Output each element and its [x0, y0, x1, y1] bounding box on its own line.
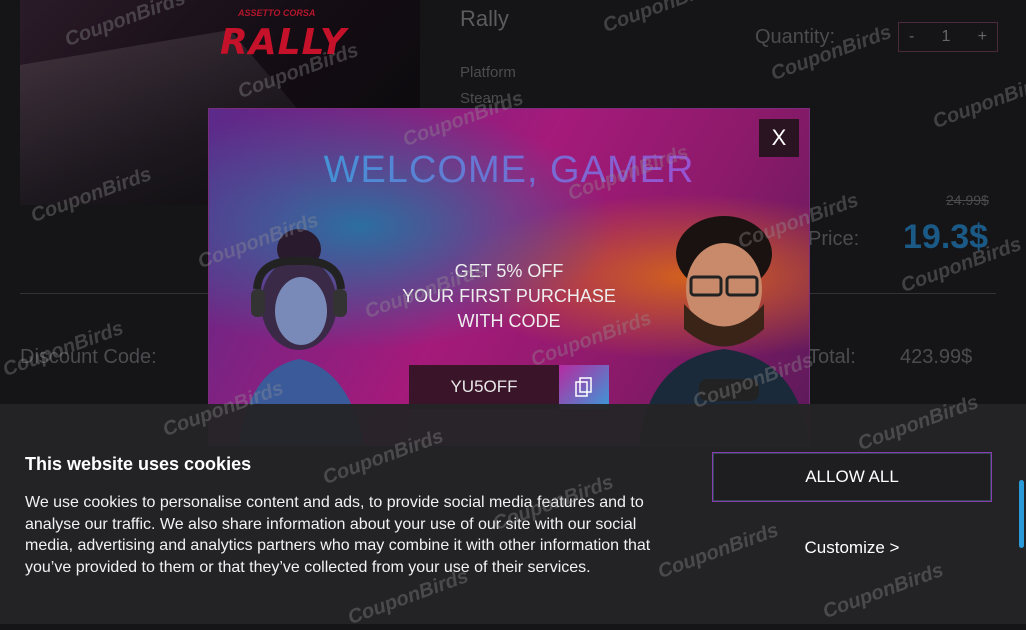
offer-line-3: WITH CODE [457, 311, 561, 331]
old-price: 24.99$ [946, 192, 989, 208]
customize-link[interactable]: Customize > [712, 538, 992, 558]
allow-all-button[interactable]: ALLOW ALL [712, 452, 992, 502]
qty-plus-button[interactable]: + [968, 28, 997, 46]
platform-value: Steam [460, 90, 504, 107]
price-label: Price: [808, 228, 860, 250]
quantity-label: Quantity: [755, 26, 836, 48]
coupon-code[interactable]: YU5OFF [409, 365, 559, 409]
total-value: 423.99$ [900, 346, 973, 368]
qty-minus-button[interactable]: - [899, 28, 924, 46]
offer-line-2: YOUR FIRST PURCHASE [402, 286, 616, 306]
welcome-modal: X WELCOME, GAMER GET 5% OFF YOUR FIRST P… [208, 108, 810, 446]
close-icon[interactable]: X [772, 125, 787, 151]
logo-subtitle: ASSETTO CORSA [238, 8, 316, 18]
scrollbar[interactable] [1019, 480, 1024, 548]
cookie-title: This website uses cookies [25, 454, 252, 474]
cookie-banner: This website uses cookies We use cookies… [0, 404, 1026, 624]
discount-code-label: Discount Code: [20, 346, 157, 368]
price: 19.3$ [903, 218, 989, 256]
game-logo: RALLY [220, 22, 347, 63]
modal-title: WELCOME, GAMER [209, 149, 809, 192]
copy-button[interactable] [559, 365, 609, 409]
total-label: Total: [808, 346, 856, 368]
cookie-description: We use cookies to personalise content an… [25, 494, 651, 576]
coupon-code-field: YU5OFF [409, 365, 609, 409]
qty-value[interactable]: 1 [932, 28, 961, 46]
platform-label: Platform [460, 64, 516, 81]
offer-line-1: GET 5% OFF [454, 261, 564, 281]
copy-icon [575, 377, 592, 397]
quantity-stepper[interactable]: - 1 + [898, 22, 998, 52]
offer-text: GET 5% OFF YOUR FIRST PURCHASE WITH CODE [379, 259, 639, 334]
product-name: Rally [460, 6, 509, 31]
